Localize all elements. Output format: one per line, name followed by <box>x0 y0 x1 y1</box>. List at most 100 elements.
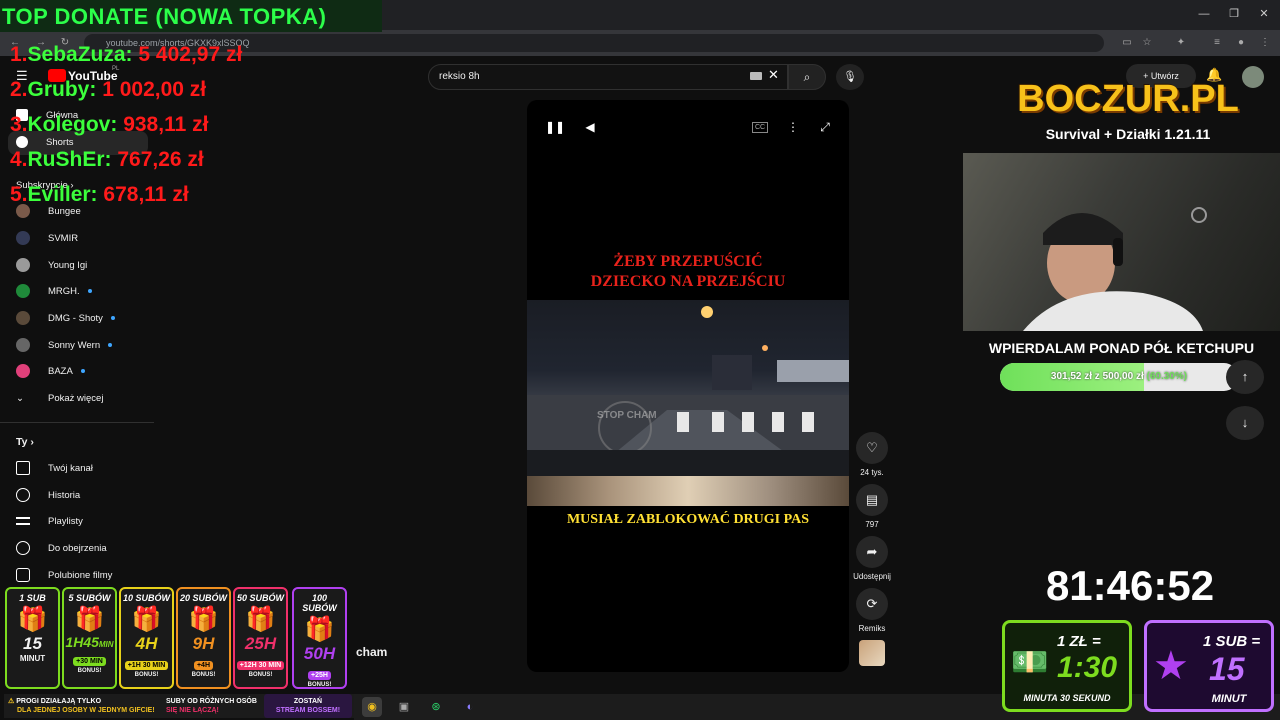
share-button[interactable]: ➦ <box>856 536 888 568</box>
like-button[interactable]: ♡ <box>856 432 888 464</box>
tier-value: 1H45 <box>65 634 99 650</box>
tier-unit: MIN <box>98 640 114 649</box>
keyboard-icon[interactable] <box>750 72 762 80</box>
channel-avatar <box>16 231 30 246</box>
channel-avatar <box>16 284 30 299</box>
volume-icon[interactable]: ◀ <box>581 118 599 136</box>
tier-title: 10 SUBÓW <box>122 593 170 603</box>
sidebar-item-history[interactable]: Historia <box>16 484 156 508</box>
tier-unit: MINUT <box>19 654 46 663</box>
sidebar-item-liked[interactable]: Polubione filmy <box>16 564 156 588</box>
star-icon: ★ <box>1153 644 1189 688</box>
rate-value: 1:30 <box>1057 651 1118 684</box>
dashcam-footage <box>527 300 849 476</box>
subathon-timer: 81:46:52 <box>1045 562 1215 609</box>
comments-button[interactable]: ▤ <box>856 484 888 516</box>
gift-icon: 🎁 <box>245 606 276 633</box>
tier-title: 1 SUB <box>19 593 46 603</box>
tier-bonus: +25H <box>308 671 331 680</box>
caption-line: ŻEBY PRZEPUŚCIĆ <box>613 253 763 270</box>
clear-search-icon[interactable]: ✕ <box>768 67 779 83</box>
blurred-band <box>527 476 849 506</box>
voice-search-button[interactable]: 🎙 <box>836 64 864 90</box>
sidebar-item-sub[interactable]: SVMIR <box>16 227 156 251</box>
sub-tier-card: 10 SUBÓW 🎁 4H +1H 30 MIN BONUS! <box>119 587 174 689</box>
sidebar-item-sub[interactable]: DMG - Shoty <box>16 307 156 331</box>
donor-rank: 1. <box>10 43 28 66</box>
tier-title: 5 SUBÓW <box>68 593 111 603</box>
chrome-taskbar-icon[interactable]: ◉ <box>362 697 382 717</box>
explorer-taskbar-icon[interactable]: ▣ <box>394 697 414 717</box>
sidebar-item-sub[interactable]: Sonny Wern <box>16 334 156 358</box>
rule-text: DLA JEDNEJ OSOBY W JEDNYM GIFCIE! <box>17 707 155 714</box>
tier-title: 50 SUBÓW <box>236 593 284 603</box>
goal-progress-bar: 301,52 zł z 500,00 zł (60.30%) <box>1000 363 1238 391</box>
channel-name: SVMIR <box>48 233 79 244</box>
money-rate-card: 💵 1 ZŁ = 1:30 MINUTA 30 SEKUND <box>1002 620 1132 712</box>
app-taskbar-icon[interactable]: ⊛ <box>426 697 446 717</box>
sidebar-item-sub[interactable]: MRGH. <box>16 280 156 304</box>
discord-taskbar-icon[interactable]: ◐ <box>460 697 480 717</box>
extensions-icon[interactable]: ✦ <box>1174 36 1188 50</box>
history-icon <box>16 488 30 503</box>
donor-rank: 4. <box>10 148 28 171</box>
sidebar-item-label: Playlisty <box>48 516 83 527</box>
media-icon[interactable]: ≡ <box>1210 36 1224 50</box>
rate-bottom: MINUTA 30 SEKUND <box>1023 693 1111 703</box>
donor-amount: 767,26 zł <box>117 148 204 171</box>
tier-value: 15 <box>23 634 42 653</box>
playlist-icon <box>16 517 30 526</box>
search-button[interactable]: ⌕ <box>788 64 826 90</box>
gift-icon: 🎁 <box>74 606 105 633</box>
pause-icon[interactable]: ❚❚ <box>545 118 565 136</box>
next-short-button[interactable]: ↓ <box>1226 406 1264 440</box>
thumbs-up-icon <box>16 568 30 583</box>
sidebar-item-playlists[interactable]: Playlisty <box>16 510 156 534</box>
tier-bonus: +4H <box>193 661 214 670</box>
watermark: STOP CHAM <box>597 410 657 421</box>
tier-bonus: +30 MIN <box>73 657 106 666</box>
search-input[interactable]: reksio 8h <box>428 64 788 90</box>
you-header[interactable]: Ty › <box>16 430 156 454</box>
sub-tier-card: 1 SUB 🎁 15 MINUT <box>5 587 60 689</box>
maximize-button[interactable]: ❐ <box>1222 4 1246 24</box>
channel-avatar <box>16 311 30 326</box>
donor-amount: 1 002,00 zł <box>102 78 207 101</box>
sidebar-item-sub[interactable]: BAZA <box>16 360 156 384</box>
show-more-button[interactable]: ⌄ Pokaż więcej <box>16 387 156 411</box>
chrome-menu-icon[interactable]: ⋮ <box>1258 36 1272 50</box>
arrow-up-icon: ↑ <box>1241 369 1249 384</box>
bonus-label: BONUS! <box>77 668 102 674</box>
rule-text: SIĘ NIE ŁĄCZĄ! <box>166 707 219 714</box>
sound-thumbnail[interactable] <box>859 640 885 666</box>
bonus-label: BONUS! <box>307 682 332 688</box>
sidebar-item-sub[interactable]: Young Igi <box>16 254 156 278</box>
sidebar-item-label: Twój kanał <box>48 463 93 474</box>
bookmark-star-icon[interactable]: ☆ <box>1140 36 1154 50</box>
video-caption-bottom: MUSIAŁ ZABLOKOWAĆ DRUGI PAS <box>566 512 810 527</box>
donor-name: Eviller: <box>27 183 98 206</box>
sub-rate-card: ★ 1 SUB = 15 MINUT <box>1144 620 1274 712</box>
heart-icon: ♡ <box>866 440 878 455</box>
fullscreen-icon[interactable]: ⤢ <box>816 118 834 136</box>
close-window-button[interactable]: ✕ <box>1252 4 1276 24</box>
donor-name: Kolegov: <box>27 113 118 136</box>
goal-amount: 301,52 zł z 500,00 zł <box>1050 371 1144 382</box>
donor-row: 3.Kolegov: 938,11 zł <box>10 113 208 137</box>
minimize-button[interactable]: — <box>1192 4 1216 24</box>
arrow-down-icon: ↓ <box>1241 415 1249 430</box>
captions-icon[interactable]: CC <box>752 122 768 133</box>
shorts-icon <box>16 136 28 149</box>
remix-button[interactable]: ⟳ <box>856 588 888 620</box>
cast-icon[interactable]: ▭ <box>1120 36 1134 50</box>
sidebar-item-your-channel[interactable]: Twój kanał <box>16 457 156 481</box>
tier-bonus: +12H 30 MIN <box>236 661 285 670</box>
sidebar-item-watch-later[interactable]: Do obejrzenia <box>16 537 156 561</box>
previous-short-button[interactable]: ↑ <box>1226 360 1264 394</box>
more-options-icon[interactable]: ⋮ <box>784 118 802 136</box>
show-more-label: Pokaż więcej <box>48 393 104 404</box>
tier-title: 20 SUBÓW <box>179 593 227 603</box>
tier-value: 25H <box>244 634 277 653</box>
profile-icon[interactable]: ● <box>1234 36 1248 50</box>
rules-strip: ⚠ PROGI DZIAŁAJĄ TYLKO DLA JEDNEJ OSOBY … <box>4 694 354 718</box>
